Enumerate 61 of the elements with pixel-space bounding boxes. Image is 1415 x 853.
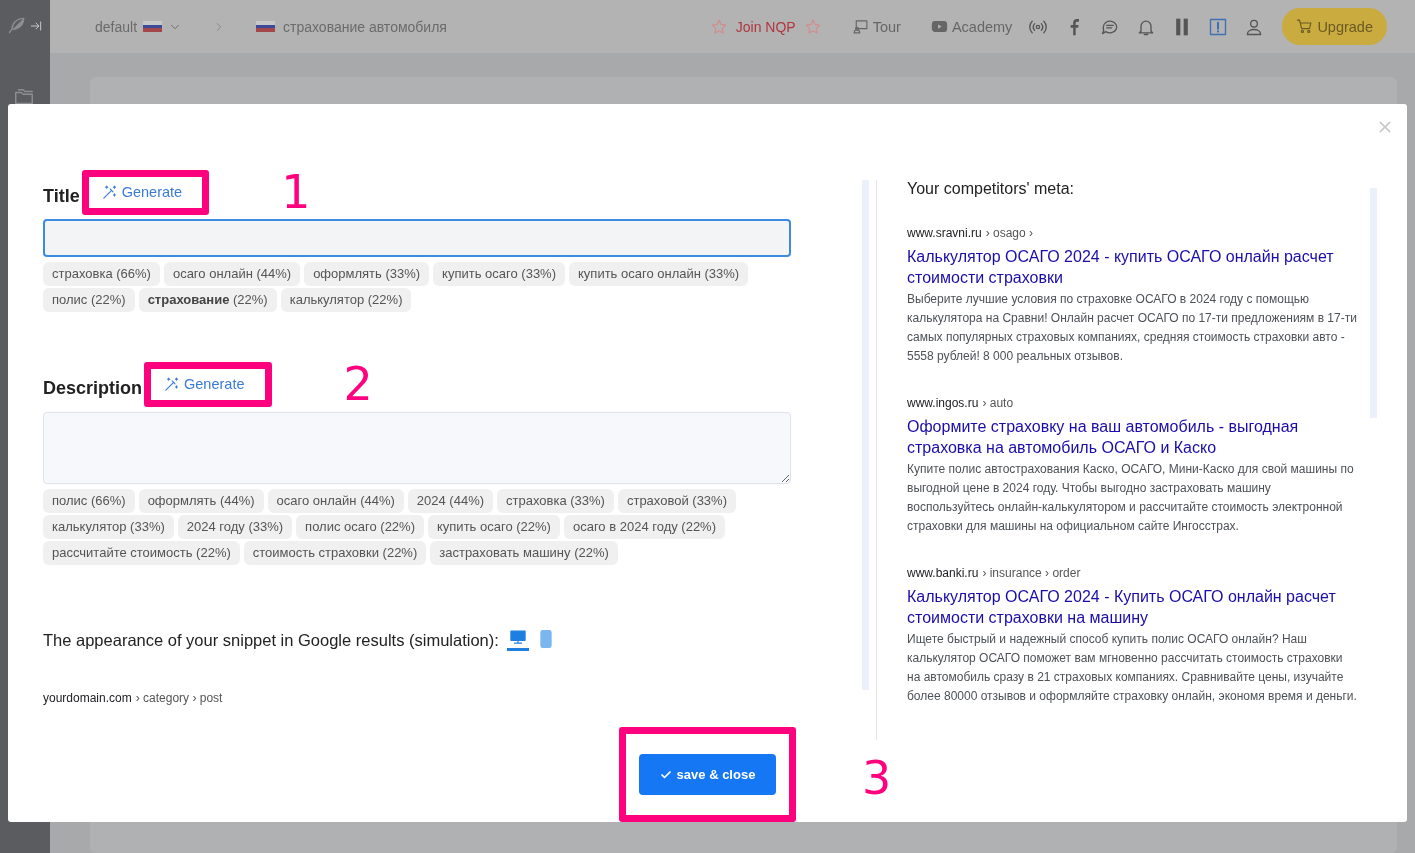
snippet-heading: The appearance of your snippet in Google results (simulation): (43, 630, 499, 650)
title-field[interactable] (43, 219, 791, 258)
alert-icon[interactable] (1208, 16, 1229, 37)
keyword-tag[interactable]: страховой (33%) (617, 489, 736, 513)
star-icon (709, 17, 728, 36)
result-path: › osago › (985, 226, 1034, 240)
keyword-tag[interactable]: страховка (33%) (497, 489, 614, 513)
field-label: Title (43, 185, 80, 207)
keyword-tag[interactable]: застраховать машину (22%) (430, 541, 618, 565)
russian-flag-icon (143, 21, 163, 32)
result-description: Купите полис автострахования Каско, ОСАГО, Мини-Каско для свой машины по выгодной цене в 2024 году. Чтобы выгодно застраховать машину воспользуйтесь онлайн-калькулятором и рассчитайте стоимость электронной страховки для машины на официальном сайте Ингосстрах. (907, 461, 1355, 535)
result-title-link[interactable]: Калькулятор ОСАГО 2024 - купить ОСАГО онлайн расчет стоимости страховки (907, 246, 1358, 288)
keyword-tag[interactable]: полис (66%) (43, 489, 135, 513)
keyword-tag[interactable]: рассчитайте стоимость (22%) (43, 541, 240, 565)
keyword-tag[interactable]: осаго онлайн (44%) (267, 489, 404, 513)
keyword-tag[interactable]: полис осаго (22%) (296, 515, 424, 539)
annotation-number: 1 (281, 169, 311, 216)
keyword-tag[interactable]: 2024 году (33%) (177, 515, 293, 539)
preview-domain: yourdomain.com (43, 691, 132, 705)
feather-logo-icon[interactable] (7, 15, 27, 35)
preview-path: › category › post (135, 691, 223, 705)
competitors-heading: Your competitors' meta: (907, 180, 1075, 198)
result-path: › auto (982, 396, 1014, 410)
result-domain: www.sravni.ru (907, 226, 982, 240)
keyword-tag[interactable]: оформлять (33%) (304, 262, 430, 287)
check-icon (659, 768, 672, 781)
result-title-link[interactable]: Калькулятор ОСАГО 2024 - Купить ОСАГО онлайн расчет стоимости страховки на машину (907, 586, 1358, 628)
keyword-tag[interactable]: купить осаго онлайн (33%) (569, 262, 749, 287)
keyword-tag[interactable]: калькулятор (33%) (43, 515, 174, 539)
collapse-icon[interactable] (29, 19, 43, 33)
result-path: › insurance › order (982, 566, 1081, 580)
keyword-tag[interactable]: осаго онлайн (44%) (163, 262, 301, 287)
cart-icon (1296, 18, 1314, 35)
presentation-icon (851, 18, 869, 35)
keyword-tag[interactable]: калькулятор (22%) (280, 288, 412, 313)
russian-flag-icon (256, 21, 276, 32)
result-domain: www.banki.ru (907, 566, 979, 580)
annotation-number: 3 (862, 754, 892, 801)
keyword-tag[interactable]: оформлять (44%) (138, 489, 264, 513)
keyword-tag[interactable]: полис (22%) (43, 288, 135, 313)
keyword-tag[interactable]: страховка (66%) (43, 262, 160, 287)
save-close-button[interactable]: save & close (639, 754, 776, 795)
field-label: Description (43, 378, 143, 399)
desktop-icon[interactable] (506, 629, 529, 651)
result-description: Ищете быстрый и надежный способ купить полис ОСАГО онлайн? Наш калькулятор ОСАГО поможет вам мгновенно рассчитать стоимость страховки на автомобиль сразу в 21 страховых компаниях. Сравнивайте цены, изучайте более 80000 отзывов и оформляйте страховку онлайн, экономя время и деньги. (907, 631, 1358, 705)
result-description: Выберите лучшие условия по страховке ОСАГО в 2024 году с помощью калькулятора на Сравни! Онлайн расчет ОСАГО по 17-ти предложениям в 17-ти самых популярных страховых компаниях, средняя стоимость страховки авто - 5558 рублей! 8 000 реальных отзывов. (907, 291, 1358, 365)
page-title: страхование автомобиля (283, 18, 447, 35)
keyword-tag[interactable]: купить осаго (22%) (428, 515, 560, 539)
result-domain: www.ingos.ru (907, 396, 979, 410)
keyword-tag[interactable]: стоимость страховки (22%) (243, 541, 427, 565)
result-title-link[interactable]: Оформите страховку на ваш автомобиль - выгодная страховка на автомобиль ОСАГО и Каско (907, 416, 1358, 458)
star-icon (803, 17, 822, 36)
keyword-tag[interactable]: страхование (22%) (138, 288, 277, 313)
magic-wand-icon (100, 183, 118, 201)
annotation-number: 2 (343, 361, 373, 408)
keyword-tag[interactable]: 2024 (44%) (407, 489, 494, 513)
keyword-tag[interactable]: осаго в 2024 году (22%) (563, 515, 725, 539)
keyword-tag[interactable]: купить осаго (33%) (433, 262, 565, 287)
description-field[interactable] (43, 411, 791, 484)
magic-wand-icon (163, 376, 181, 393)
video-play-icon (930, 18, 948, 35)
